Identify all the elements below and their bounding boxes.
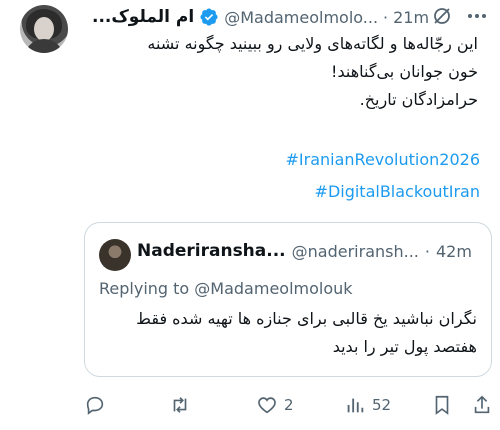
timestamp[interactable]: 21m bbox=[393, 8, 429, 27]
retweet-icon bbox=[168, 394, 192, 416]
more-options-icon[interactable] bbox=[466, 6, 488, 26]
quoted-tweet[interactable]: Naderiransha... @naderiransh... · 42m Re… bbox=[84, 222, 492, 377]
retweet-button[interactable] bbox=[168, 394, 198, 416]
reply-icon bbox=[84, 394, 106, 416]
heart-icon bbox=[256, 394, 278, 416]
like-count: 2 bbox=[284, 396, 294, 414]
bookmark-icon bbox=[432, 394, 452, 416]
hashtag-link[interactable]: #DigitalBlackoutIran bbox=[315, 182, 480, 201]
tweet-header: ام الملوک... @Madameolmolo... · 21m bbox=[92, 4, 429, 30]
tweet-body: این رجّاله‌ها و لگاته‌های ولایی رو ببینی… bbox=[58, 30, 478, 114]
verified-icon bbox=[199, 7, 219, 27]
hashtag-link[interactable]: #IranianRevolution2026 bbox=[286, 150, 481, 169]
separator-dot: · bbox=[424, 241, 430, 261]
tweet-body-line: این رجّاله‌ها و لگاته‌های ولایی رو ببینی… bbox=[147, 34, 478, 53]
tweet-body-line: حرامزادگان تاریخ. bbox=[359, 90, 478, 109]
quote-timestamp[interactable]: 42m bbox=[436, 242, 472, 261]
quote-body-line: هفتصد پول تیر را بدید bbox=[332, 337, 477, 356]
quote-body-line: نگران نباشید یخ قالبی برای جنازه ها تهیه… bbox=[136, 309, 477, 328]
top-actions bbox=[432, 6, 488, 26]
quote-avatar[interactable] bbox=[99, 239, 131, 271]
grok-icon[interactable] bbox=[432, 6, 452, 26]
views-chart-icon bbox=[344, 394, 366, 416]
share-icon bbox=[472, 394, 492, 416]
reply-button[interactable] bbox=[84, 394, 112, 416]
quote-header: Naderiransha... @naderiransh... · 42m bbox=[137, 241, 472, 261]
bookmark-button[interactable] bbox=[432, 394, 452, 416]
like-button[interactable]: 2 bbox=[256, 394, 294, 416]
views-button[interactable]: 52 bbox=[344, 394, 391, 416]
separator-dot: · bbox=[383, 7, 389, 27]
avatar-face bbox=[34, 17, 54, 41]
quote-author-name[interactable]: Naderiransha... bbox=[137, 241, 286, 261]
quote-author-handle[interactable]: @naderiransh... bbox=[292, 242, 419, 261]
views-count: 52 bbox=[372, 396, 392, 414]
tweet-body-line: خون جوانان بی‌گناهند! bbox=[331, 62, 478, 81]
quote-body: نگران نباشید یخ قالبی برای جنازه ها تهیه… bbox=[97, 305, 477, 361]
action-bar: 2 52 bbox=[84, 394, 494, 420]
author-handle[interactable]: @Madameolmolo... bbox=[224, 8, 378, 27]
author-name[interactable]: ام الملوک... bbox=[92, 7, 194, 27]
replying-to: Replying to @Madameolmolouk bbox=[99, 279, 353, 298]
share-button[interactable] bbox=[472, 394, 492, 416]
